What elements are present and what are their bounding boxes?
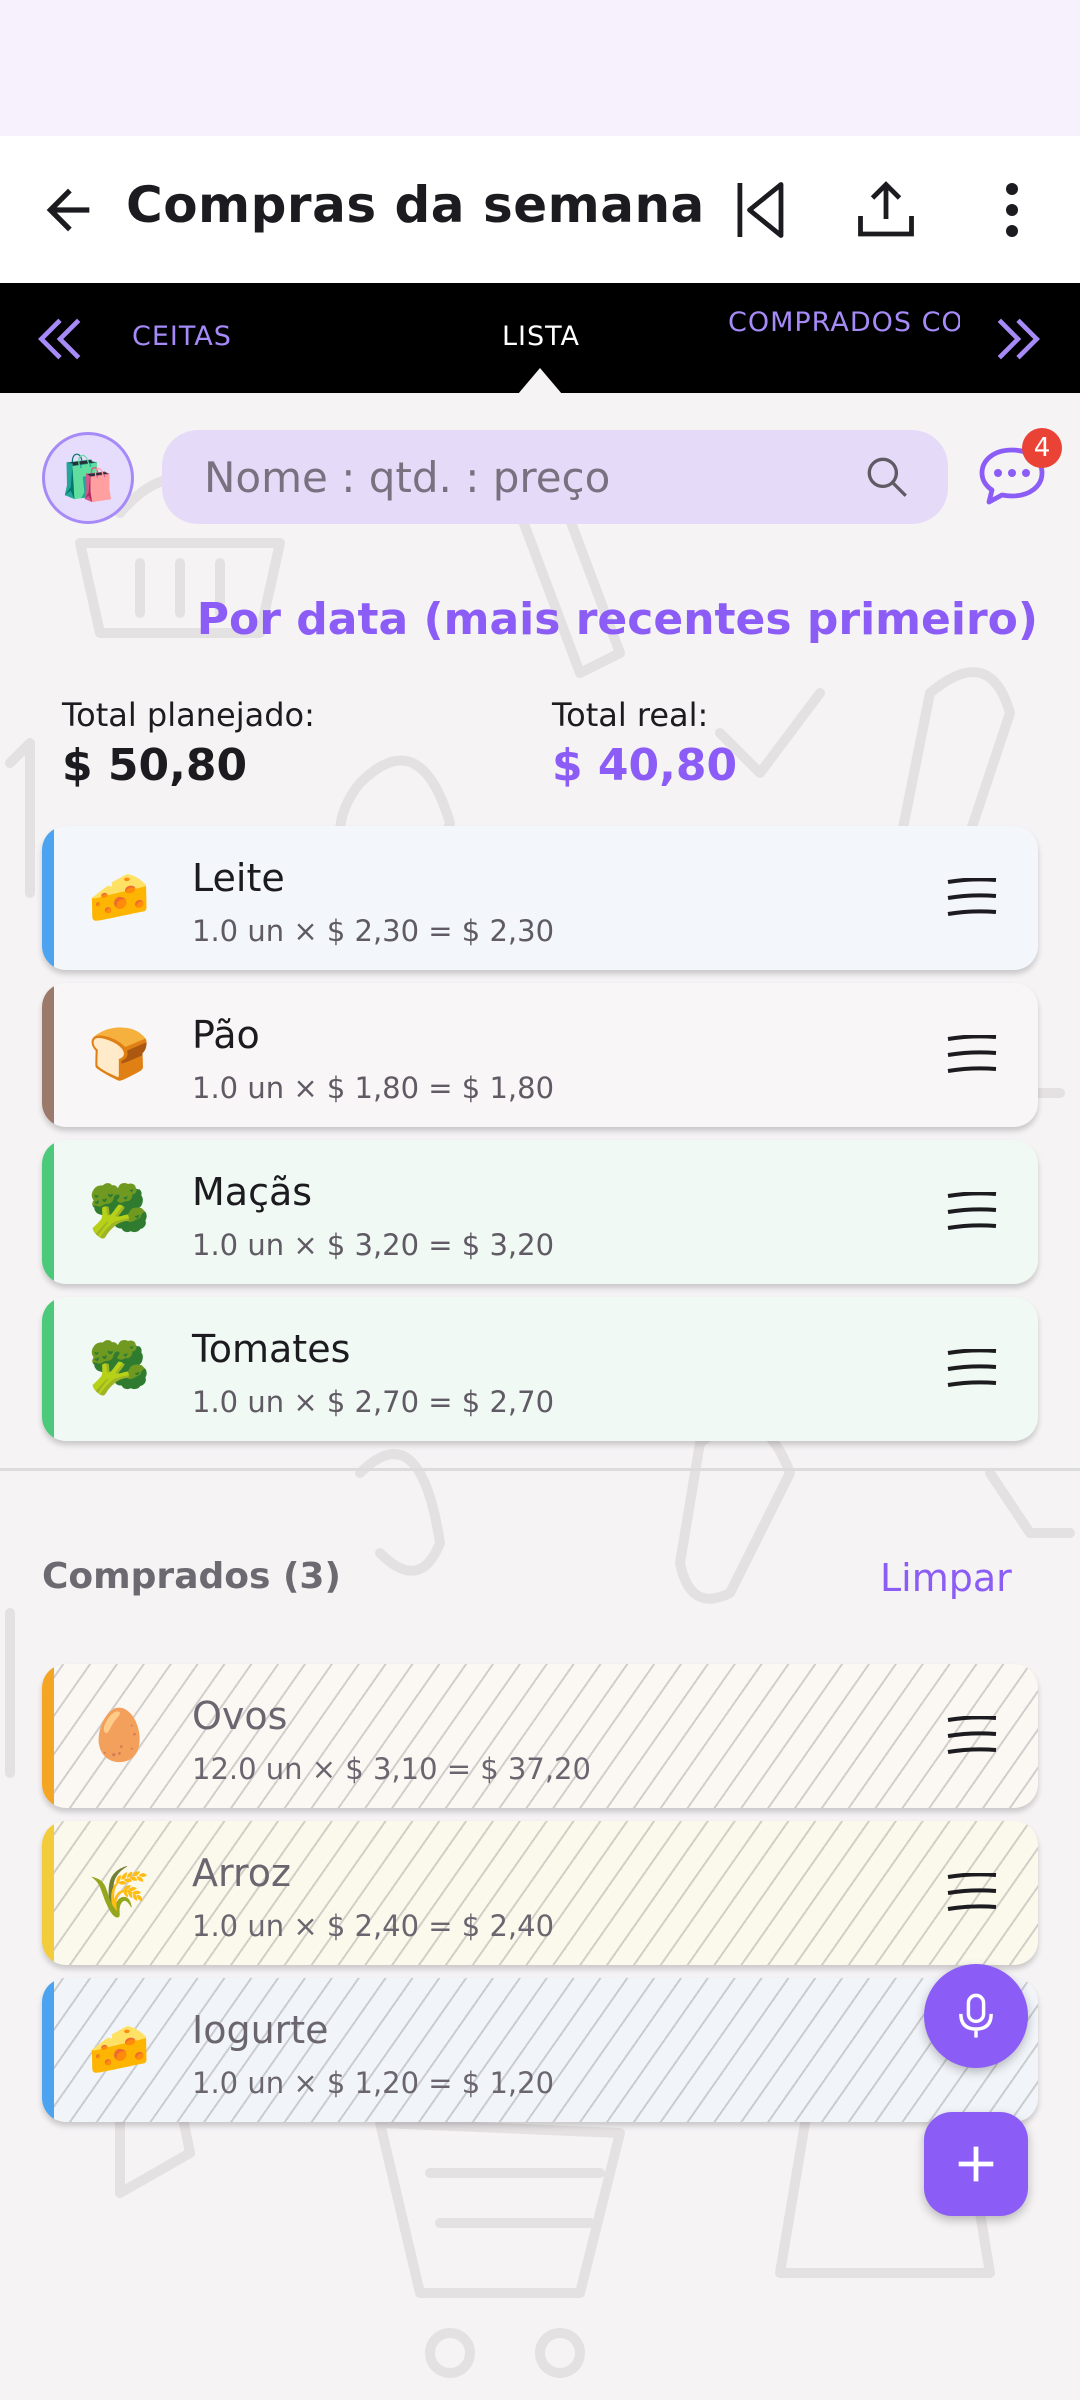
item-detail: 1.0 un × $ 2,40 = $ 2,40: [192, 1909, 555, 1943]
planned-total-label: Total planejado:: [62, 696, 315, 734]
bought-item[interactable]: 🧀 Iogurte 1.0 un × $ 1,20 = $ 1,20: [42, 1978, 1038, 2122]
category-stripe: [42, 1821, 54, 1965]
bought-section-title: Comprados (3): [42, 1556, 341, 1597]
list-item[interactable]: 🥦 Maçãs 1.0 un × $ 3,20 = $ 3,20: [42, 1140, 1038, 1284]
list-item[interactable]: 🥦 Tomates 1.0 un × $ 2,70 = $ 2,70: [42, 1297, 1038, 1441]
list-item[interactable]: 🍞 Pão 1.0 un × $ 1,80 = $ 1,80: [42, 983, 1038, 1127]
tab-lista[interactable]: LISTA: [502, 321, 580, 352]
cheese-icon: 🧀: [88, 868, 151, 926]
more-vert-icon[interactable]: [976, 174, 1048, 246]
item-name: Tomates: [192, 1327, 351, 1371]
status-bar: [0, 0, 1080, 136]
tab-comprados-frequencia[interactable]: COMPRADOS COM FREQUÊNCIA: [728, 305, 960, 341]
app-bar: Compras da semana: [0, 136, 1080, 283]
item-name: Maçãs: [192, 1170, 313, 1214]
search-bar[interactable]: [162, 430, 948, 524]
item-detail: 1.0 un × $ 1,80 = $ 1,80: [192, 1071, 555, 1105]
page-title: Compras da semana: [126, 176, 705, 234]
real-total-label: Total real:: [552, 696, 709, 734]
drag-handle-icon[interactable]: [946, 1349, 998, 1389]
section-divider: [0, 1468, 1080, 1471]
sort-label[interactable]: Por data (mais recentes primeiro): [197, 594, 1038, 645]
drag-handle-icon[interactable]: [946, 1716, 998, 1756]
category-stripe: [42, 826, 54, 970]
voice-input-button[interactable]: [924, 1964, 1028, 2068]
back-arrow-icon[interactable]: [36, 178, 100, 242]
category-stripe: [42, 1297, 54, 1441]
category-stripe: [42, 983, 54, 1127]
item-detail: 1.0 un × $ 1,20 = $ 1,20: [192, 2066, 555, 2100]
item-detail: 12.0 un × $ 3,10 = $ 37,20: [192, 1752, 591, 1786]
drag-handle-icon[interactable]: [946, 878, 998, 918]
add-item-button[interactable]: [924, 2112, 1028, 2216]
share-icon[interactable]: [850, 174, 922, 246]
category-stripe: [42, 1978, 54, 2122]
bread-icon: 🍞: [88, 1025, 151, 1083]
real-total-value: $ 40,80: [552, 740, 738, 791]
egg-icon: 🥚: [88, 1706, 151, 1764]
chevrons-right-icon[interactable]: [990, 311, 1046, 367]
active-tab-indicator: [518, 368, 562, 394]
chevrons-left-icon[interactable]: [32, 311, 88, 367]
tab-label: COMPRADOS COM FREQUÊNCIA: [728, 307, 960, 338]
item-detail: 1.0 un × $ 2,30 = $ 2,30: [192, 914, 555, 948]
list-item[interactable]: 🧀 Leite 1.0 un × $ 2,30 = $ 2,30: [42, 826, 1038, 970]
bought-item[interactable]: 🥚 Ovos 12.0 un × $ 3,10 = $ 37,20: [42, 1664, 1038, 1808]
drag-handle-icon[interactable]: [946, 1035, 998, 1075]
skip-first-icon[interactable]: [724, 174, 796, 246]
search-icon[interactable]: [862, 452, 912, 502]
item-name: Iogurte: [192, 2008, 329, 2052]
category-stripe: [42, 1664, 54, 1808]
search-input[interactable]: [202, 446, 846, 508]
drag-handle-icon[interactable]: [946, 1873, 998, 1913]
broccoli-icon: 🥦: [88, 1182, 151, 1240]
item-detail: 1.0 un × $ 3,20 = $ 3,20: [192, 1228, 555, 1262]
plus-icon: [958, 2146, 994, 2182]
notification-badge: 4: [1022, 428, 1062, 468]
item-detail: 1.0 un × $ 2,70 = $ 2,70: [192, 1385, 555, 1419]
tab-receitas[interactable]: CEITAS: [132, 321, 238, 352]
broccoli-icon: 🥦: [88, 1339, 151, 1397]
microphone-icon: [959, 1993, 993, 2038]
item-name: Arroz: [192, 1851, 291, 1895]
drag-handle-icon[interactable]: [946, 1192, 998, 1232]
bought-item[interactable]: 🌾 Arroz 1.0 un × $ 2,40 = $ 2,40: [42, 1821, 1038, 1965]
rice-icon: 🌾: [88, 1863, 151, 1921]
planned-total-value: $ 50,80: [62, 740, 248, 791]
shopping-bags-icon: 🛍️: [60, 453, 116, 504]
cheese-icon: 🧀: [88, 2020, 151, 2078]
item-name: Leite: [192, 856, 285, 900]
list-avatar[interactable]: 🛍️: [42, 432, 134, 524]
item-name: Ovos: [192, 1694, 288, 1738]
category-stripe: [42, 1140, 54, 1284]
item-name: Pão: [192, 1013, 260, 1057]
clear-bought-button[interactable]: Limpar: [880, 1556, 1012, 1600]
